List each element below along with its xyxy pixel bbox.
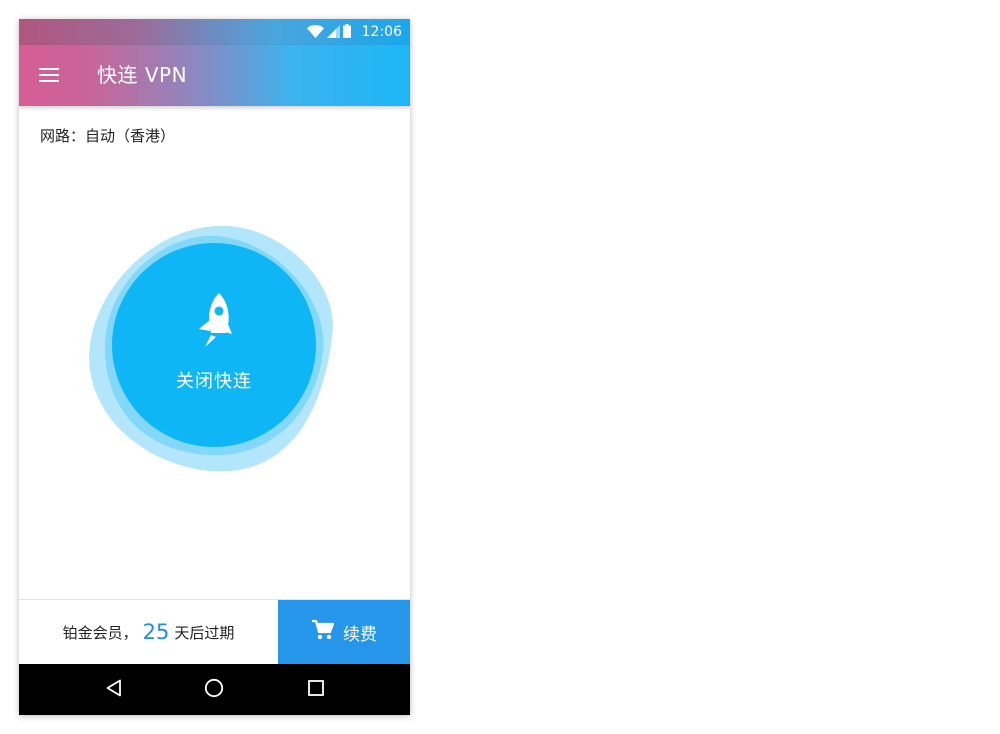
- status-bar: 12:06: [19, 19, 410, 45]
- days-remaining: 25: [142, 620, 170, 644]
- phone-screen: 12:06 快连 VPN 网路：自动（香港） 关闭快连 铂金会员， 25 天后过…: [19, 19, 410, 715]
- rocket-icon: [191, 291, 239, 355]
- app-bar: 快连 VPN: [19, 45, 410, 106]
- app-title: 快连 VPN: [97, 63, 188, 87]
- nav-back-button[interactable]: [101, 677, 127, 703]
- battery-icon: [342, 23, 351, 42]
- cart-icon: [311, 619, 335, 646]
- network-route-label[interactable]: 网路：自动（香港）: [40, 125, 175, 146]
- recents-icon: [307, 679, 325, 701]
- renew-label: 续费: [343, 624, 377, 645]
- connect-toggle-button[interactable]: 关闭快连: [112, 243, 316, 447]
- nav-recents-button[interactable]: [303, 677, 329, 703]
- renew-button[interactable]: 续费: [278, 600, 410, 664]
- home-icon: [204, 678, 224, 702]
- signal-icon: [326, 23, 340, 42]
- back-icon: [105, 679, 123, 701]
- menu-button[interactable]: [33, 62, 65, 90]
- connect-area: 关闭快连: [79, 219, 339, 479]
- system-nav-bar: [19, 664, 410, 715]
- bottom-bar: 铂金会员， 25 天后过期 续费: [19, 599, 410, 664]
- wifi-icon: [306, 23, 324, 42]
- menu-icon: [39, 67, 59, 86]
- connect-label: 关闭快连: [176, 371, 252, 392]
- status-icons: 12:06: [306, 19, 402, 45]
- nav-home-button[interactable]: [201, 677, 227, 703]
- status-time: 12:06: [361, 24, 402, 40]
- membership-prefix: 铂金会员，: [62, 623, 138, 642]
- membership-status: 铂金会员， 25 天后过期: [19, 600, 278, 664]
- membership-suffix: 天后过期: [174, 623, 235, 642]
